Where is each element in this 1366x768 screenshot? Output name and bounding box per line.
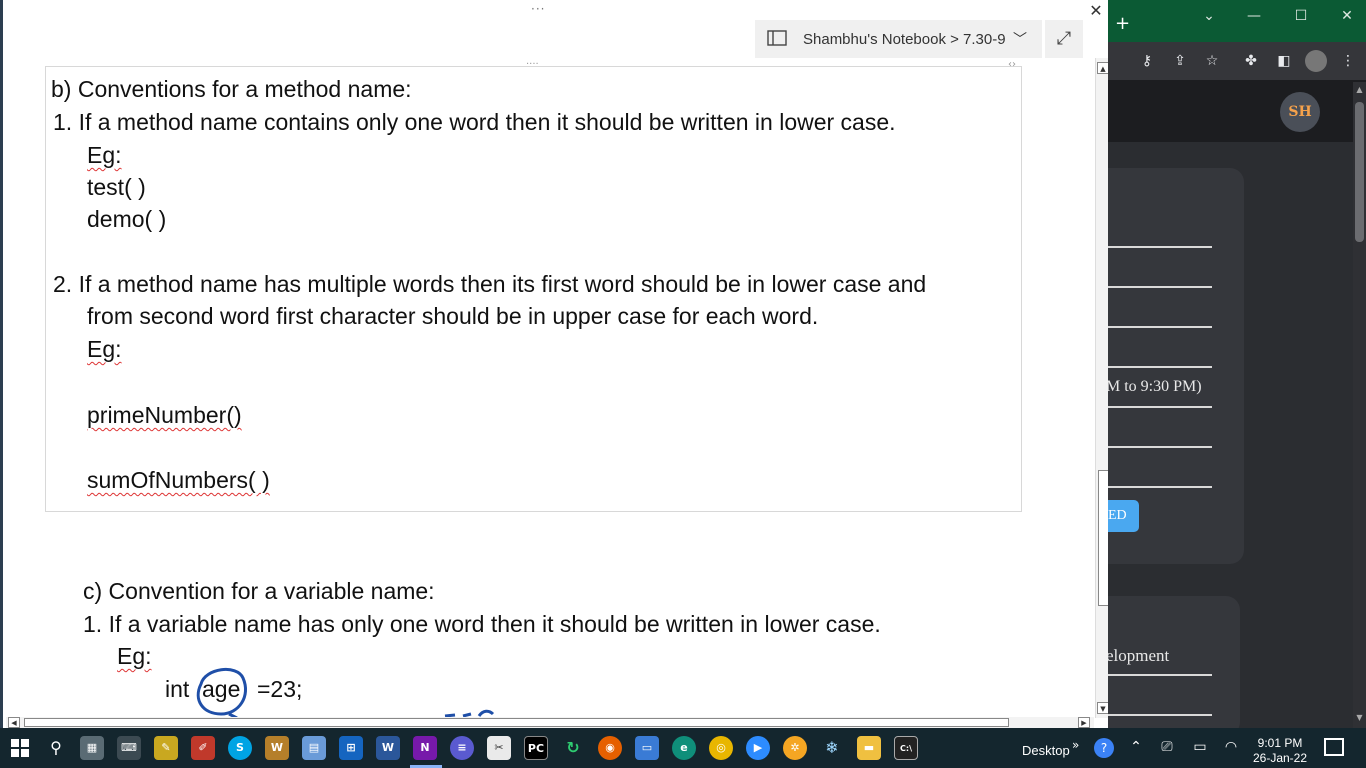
firefox-icon[interactable]: ◉ bbox=[598, 736, 622, 760]
close-window-icon[interactable]: ✕ bbox=[1332, 5, 1362, 27]
vertical-scroll-thumb[interactable] bbox=[1098, 470, 1108, 606]
course-title-text: elopment bbox=[1106, 646, 1170, 665]
battery-icon[interactable]: ▭ bbox=[1190, 739, 1210, 755]
section-b-rule1: 1. If a method name contains only one wo… bbox=[53, 109, 896, 135]
divider bbox=[1108, 246, 1212, 248]
sticky-notes-icon[interactable]: ✎ bbox=[154, 736, 178, 760]
vertical-scrollbar[interactable]: ▲ ▼ bbox=[1095, 58, 1108, 718]
more-menu-icon[interactable]: ⋮ bbox=[1338, 51, 1358, 71]
help-icon[interactable]: ? bbox=[1094, 738, 1114, 758]
scroll-up-icon[interactable]: ▲ bbox=[1097, 62, 1108, 74]
section-b-rule1-eg: Eg: bbox=[87, 142, 122, 168]
onenote-window: ··· ✕ Shambhu's Notebook > 7.30-9 ﹀ ⤢ ··… bbox=[0, 0, 1108, 728]
code-example-test: test( ) bbox=[87, 174, 146, 200]
divider bbox=[1108, 406, 1212, 408]
profile-avatar-icon[interactable] bbox=[1305, 50, 1327, 72]
zoom-icon[interactable]: ▶ bbox=[746, 736, 770, 760]
minimize-icon[interactable]: — bbox=[1239, 5, 1269, 27]
wifi-icon[interactable]: ◠ bbox=[1221, 739, 1241, 755]
horizontal-scroll-thumb[interactable] bbox=[24, 718, 1009, 727]
pycharm-icon[interactable]: PC bbox=[524, 736, 548, 760]
code-int-keyword: int bbox=[165, 676, 190, 702]
horizontal-scrollbar[interactable]: ◀ ▶ bbox=[6, 717, 1094, 728]
scroll-up-icon[interactable]: ▲ bbox=[1353, 84, 1366, 96]
chevron-up-icon[interactable]: ⌃ bbox=[1126, 739, 1146, 755]
scroll-right-icon[interactable]: ▶ bbox=[1078, 717, 1090, 728]
skype-icon[interactable]: S bbox=[228, 736, 252, 760]
search-icon[interactable]: ⚲ bbox=[44, 736, 68, 760]
section-c-rule1-eg: Eg: bbox=[117, 643, 152, 669]
word2-icon[interactable]: W bbox=[376, 736, 400, 760]
extensions-icon[interactable]: ✤ bbox=[1241, 51, 1261, 71]
store-icon[interactable]: ⊞ bbox=[339, 736, 363, 760]
chrome-icon[interactable]: ◎ bbox=[709, 736, 733, 760]
maximize-icon[interactable]: ☐ bbox=[1286, 5, 1316, 27]
snowflake-icon[interactable]: ❄ bbox=[820, 736, 844, 760]
section-c-heading: c) Convention for a variable name: bbox=[83, 578, 435, 604]
section-b-rule2-eg: Eg: bbox=[87, 336, 122, 362]
desktop-toolbar-label[interactable]: Desktop bbox=[1022, 743, 1070, 758]
paint-icon[interactable]: ✐ bbox=[191, 736, 215, 760]
divider bbox=[1108, 714, 1212, 716]
cmd-icon[interactable]: C:\ bbox=[894, 736, 918, 760]
sync-icon[interactable]: ↻ bbox=[561, 736, 585, 760]
notification-icon[interactable] bbox=[1324, 738, 1344, 756]
clock-time: 9:01 PM bbox=[1257, 736, 1303, 750]
breadcrumb-text: Shambhu's Notebook > 7.30-9 bbox=[803, 31, 1006, 48]
scroll-down-icon[interactable]: ▼ bbox=[1353, 712, 1366, 724]
windows-start-icon[interactable] bbox=[8, 736, 32, 760]
section-b-rule2-line1: 2. If a method name has multiple words t… bbox=[53, 271, 927, 297]
snipping-icon[interactable]: ✂ bbox=[487, 736, 511, 760]
divider bbox=[1108, 366, 1212, 368]
divider bbox=[1108, 326, 1212, 328]
ink-circle-annotation bbox=[196, 668, 247, 718]
scroll-left-icon[interactable]: ◀ bbox=[8, 717, 20, 728]
tab-search-icon[interactable]: ⌄ bbox=[1194, 5, 1224, 27]
share-icon[interactable]: ⇪ bbox=[1170, 51, 1190, 71]
container-handle[interactable]: ···· bbox=[526, 59, 539, 70]
avatar[interactable]: SH bbox=[1280, 92, 1320, 132]
star-icon[interactable]: ☆ bbox=[1202, 51, 1222, 71]
keyboard-icon[interactable]: ⌨ bbox=[117, 736, 141, 760]
section-c-rule1: 1. If a variable name has only one word … bbox=[83, 611, 881, 637]
section-b-heading: b) Conventions for a method name: bbox=[51, 76, 412, 102]
menu-icon[interactable]: ≡ bbox=[450, 736, 474, 760]
monitor-icon[interactable]: ▭ bbox=[635, 736, 659, 760]
calculator-icon[interactable]: ▦ bbox=[80, 736, 104, 760]
new-tab-icon[interactable]: + bbox=[1115, 14, 1130, 34]
breadcrumb[interactable]: Shambhu's Notebook > 7.30-9 ﹀ bbox=[755, 20, 1042, 58]
divider bbox=[1108, 446, 1212, 448]
section-b-rule2-line2: from second word first character should … bbox=[87, 303, 819, 329]
divider bbox=[1108, 286, 1212, 288]
scroll-down-icon[interactable]: ▼ bbox=[1097, 702, 1108, 714]
expand-icon[interactable]: ⤢ bbox=[1045, 20, 1083, 58]
browser-scrollbar[interactable]: ▲ ▼ bbox=[1353, 82, 1366, 728]
clock[interactable]: 9:01 PM 26-Jan-22 bbox=[1250, 736, 1310, 766]
taskbar: ⚲ ▦ ⌨ ✎ ✐ S W ▤ ⊞ W N ≡ ✂ PC ↻ ◉ ▭ e ◎ ▶… bbox=[0, 728, 1366, 768]
window-drag-handle[interactable]: ··· bbox=[531, 2, 545, 16]
edge-icon[interactable]: e bbox=[672, 736, 696, 760]
key-icon[interactable]: ⚷ bbox=[1137, 51, 1157, 71]
meet-now-icon[interactable]: ⎚ bbox=[1157, 739, 1177, 755]
onenote-icon[interactable]: N bbox=[413, 736, 437, 760]
notepad-icon[interactable]: ▤ bbox=[302, 736, 326, 760]
divider bbox=[1108, 486, 1212, 488]
toolbar-chevron-icon[interactable]: » bbox=[1072, 738, 1079, 752]
code-assignment: =23; bbox=[257, 676, 303, 702]
word-icon[interactable]: W bbox=[265, 736, 289, 760]
notebook-icon bbox=[767, 30, 787, 46]
settings-icon[interactable]: ✲ bbox=[783, 736, 807, 760]
class-time-text: M to 9:30 PM) bbox=[1106, 378, 1202, 395]
side-panel-icon[interactable]: ◧ bbox=[1274, 51, 1294, 71]
chevron-down-icon[interactable]: ﹀ bbox=[1013, 29, 1027, 49]
code-example-sumofnumbers: sumOfNumbers( ) bbox=[87, 467, 270, 493]
clock-date: 26-Jan-22 bbox=[1252, 751, 1308, 765]
code-example-demo: demo( ) bbox=[87, 206, 167, 232]
scroll-thumb[interactable] bbox=[1355, 102, 1364, 242]
divider bbox=[1108, 674, 1212, 676]
container-resize-handle[interactable]: ‹› bbox=[1008, 59, 1016, 70]
code-example-primenumber: primeNumber() bbox=[87, 402, 242, 428]
file-explorer-icon[interactable]: ▬ bbox=[857, 736, 881, 760]
close-icon[interactable]: ✕ bbox=[1085, 2, 1107, 20]
